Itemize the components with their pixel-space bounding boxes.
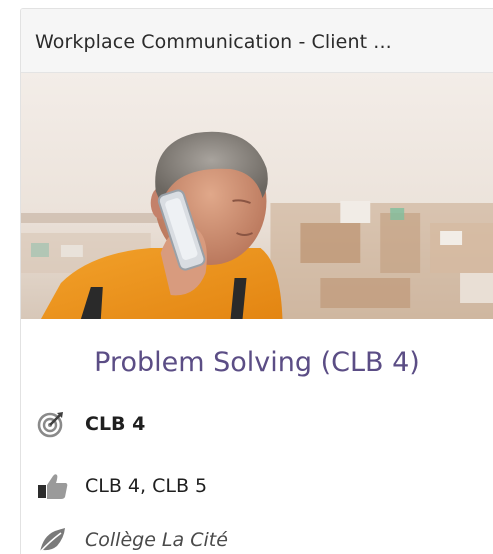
thumbs-up-icon: [37, 471, 71, 501]
provider-text: Collège La Cité: [85, 529, 228, 551]
leaf-icon: [37, 525, 71, 554]
recommended-row: CLB 4, CLB 5: [37, 469, 207, 503]
recommended-levels-text: CLB 4, CLB 5: [85, 475, 208, 497]
target-icon: [37, 409, 71, 439]
course-card[interactable]: Workplace Communication - Client ... Pro…: [20, 8, 493, 554]
card-header: Workplace Communication - Client ...: [21, 9, 493, 73]
course-title-link[interactable]: Problem Solving (CLB 4): [21, 347, 493, 378]
level-row: CLB 4: [37, 407, 145, 441]
level-text: CLB 4: [85, 413, 146, 435]
course-image[interactable]: [21, 73, 493, 319]
provider-row: Collège La Cité: [37, 523, 228, 554]
card-header-title[interactable]: Workplace Communication - Client ...: [35, 31, 392, 53]
